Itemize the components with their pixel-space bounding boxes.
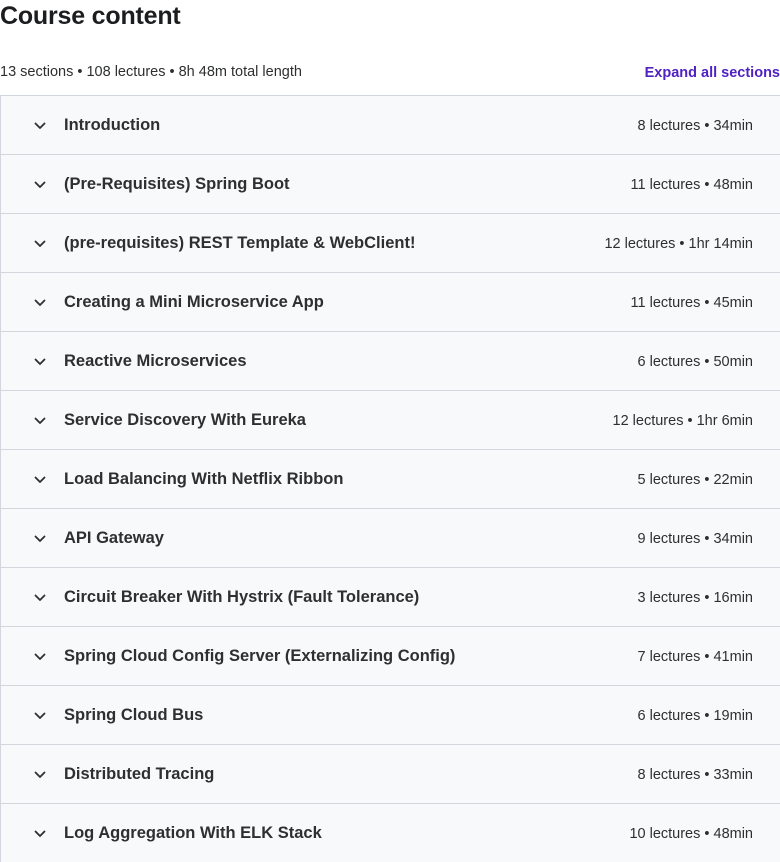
page-title: Course content xyxy=(0,2,181,30)
section-title: Circuit Breaker With Hystrix (Fault Tole… xyxy=(64,588,420,606)
section-meta: 6 lectures • 19min xyxy=(637,708,754,724)
section-title: Spring Cloud Config Server (Externalizin… xyxy=(64,647,456,665)
section-panel-13[interactable]: Log Aggregation With ELK Stack 10 lectur… xyxy=(1,804,780,862)
section-title: Distributed Tracing xyxy=(64,765,215,783)
section-title: Log Aggregation With ELK Stack xyxy=(64,824,322,842)
section-meta: 10 lectures • 48min xyxy=(629,826,753,842)
section-title: Creating a Mini Microservice App xyxy=(64,293,324,311)
chevron-down-icon xyxy=(32,472,48,488)
section-meta: 11 lectures • 45min xyxy=(630,295,753,311)
section-title: Service Discovery With Eureka xyxy=(64,411,306,429)
section-meta: 6 lectures • 50min xyxy=(637,354,754,370)
chevron-down-icon xyxy=(32,236,48,252)
section-title: Spring Cloud Bus xyxy=(64,706,204,724)
section-meta: 11 lectures • 48min xyxy=(630,177,753,193)
section-title: (pre-requisites) REST Template & WebClie… xyxy=(64,234,416,252)
section-panel-6[interactable]: Service Discovery With Eureka 12 lecture… xyxy=(1,391,780,450)
section-panel-12[interactable]: Distributed Tracing 8 lectures • 33min xyxy=(1,745,780,804)
section-title: API Gateway xyxy=(64,529,164,547)
section-panel-10[interactable]: Spring Cloud Config Server (Externalizin… xyxy=(1,627,780,686)
section-panel-8[interactable]: API Gateway 9 lectures • 34min xyxy=(1,509,780,568)
chevron-down-icon xyxy=(32,295,48,311)
chevron-down-icon xyxy=(32,767,48,783)
section-panel-9[interactable]: Circuit Breaker With Hystrix (Fault Tole… xyxy=(1,568,780,627)
section-meta: 3 lectures • 16min xyxy=(637,590,754,606)
chevron-down-icon xyxy=(32,354,48,370)
section-meta: 9 lectures • 34min xyxy=(637,531,754,547)
section-meta: 5 lectures • 22min xyxy=(637,472,754,488)
section-title: Load Balancing With Netflix Ribbon xyxy=(64,470,344,488)
chevron-down-icon xyxy=(32,649,48,665)
chevron-down-icon xyxy=(32,708,48,724)
section-meta: 8 lectures • 33min xyxy=(637,767,754,783)
section-panel-11[interactable]: Spring Cloud Bus 6 lectures • 19min xyxy=(1,686,780,745)
section-panel-5[interactable]: Reactive Microservices 6 lectures • 50mi… xyxy=(1,332,780,391)
section-title: (Pre-Requisites) Spring Boot xyxy=(64,175,290,193)
section-meta: 12 lectures • 1hr 6min xyxy=(612,413,753,429)
section-list: Introduction 8 lectures • 34min (Pre-Req… xyxy=(0,95,780,862)
section-panel-4[interactable]: Creating a Mini Microservice App 11 lect… xyxy=(1,273,780,332)
section-panel-1[interactable]: Introduction 8 lectures • 34min xyxy=(1,96,780,155)
chevron-down-icon xyxy=(32,413,48,429)
section-meta: 8 lectures • 34min xyxy=(637,118,754,134)
section-meta: 7 lectures • 41min xyxy=(637,649,754,665)
section-panel-3[interactable]: (pre-requisites) REST Template & WebClie… xyxy=(1,214,780,273)
chevron-down-icon xyxy=(32,590,48,606)
section-panel-2[interactable]: (Pre-Requisites) Spring Boot 11 lectures… xyxy=(1,155,780,214)
chevron-down-icon xyxy=(32,177,48,193)
section-panel-7[interactable]: Load Balancing With Netflix Ribbon 5 lec… xyxy=(1,450,780,509)
expand-all-sections-button[interactable]: Expand all sections xyxy=(645,63,780,83)
chevron-down-icon xyxy=(32,531,48,547)
chevron-down-icon xyxy=(32,826,48,842)
section-title: Introduction xyxy=(64,116,161,134)
course-summary: 13 sections • 108 lectures • 8h 48m tota… xyxy=(0,64,302,80)
section-meta: 12 lectures • 1hr 14min xyxy=(604,236,753,252)
section-title: Reactive Microservices xyxy=(64,352,247,370)
chevron-down-icon xyxy=(32,118,48,134)
course-summary-row: 13 sections • 108 lectures • 8h 48m tota… xyxy=(0,62,780,82)
